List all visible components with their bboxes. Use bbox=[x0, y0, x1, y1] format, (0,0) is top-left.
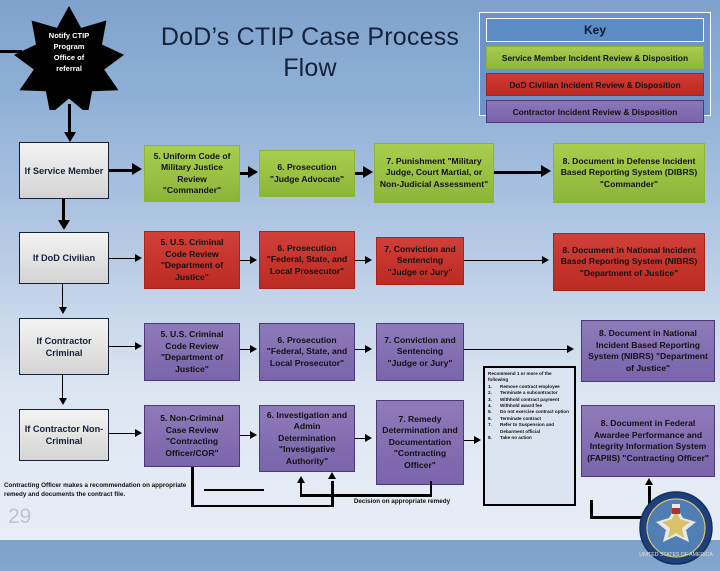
svg-text:UNITED STATES OF AMERICA: UNITED STATES OF AMERICA bbox=[639, 552, 713, 558]
step-contractor-non-criminal-5: 5. Non-Criminal Case Review "Contracting… bbox=[144, 405, 240, 467]
step-contractor-criminal-7: 7. Conviction and Sentencing "Judge or J… bbox=[376, 323, 464, 381]
arrow-cnc-entry-to-5-head bbox=[135, 429, 142, 437]
note-contracting-officer: Contracting Officer makes a recommendati… bbox=[4, 482, 187, 498]
feedback-line-to-co-note bbox=[204, 489, 264, 492]
item-text: Take no action bbox=[500, 435, 532, 441]
arrow-dc-entry-to-5 bbox=[109, 258, 137, 260]
connector-sm-to-dc-head bbox=[57, 220, 70, 230]
connector-cc-to-cnc-head bbox=[58, 398, 67, 405]
arrow-sm-5-to-6-head bbox=[248, 166, 258, 178]
recommendation-list-box: Recommend 1 or more of the following 1. R… bbox=[483, 366, 576, 506]
arrow-sm-entry-to-5-head bbox=[132, 163, 142, 175]
step-contractor-criminal-5: 5. U.S. Criminal Code Review "Department… bbox=[144, 323, 240, 381]
feedback-line-6-up-arrowhead bbox=[327, 472, 336, 479]
feedback-line-8-left-drop bbox=[590, 500, 593, 518]
arrow-cc-entry-to-5-head bbox=[135, 342, 142, 350]
step-contractor-non-criminal-7: 7. Remedy Determination and Documentatio… bbox=[376, 400, 464, 485]
note-decision-remedy: Decision on appropriate remedy bbox=[353, 498, 451, 505]
key-item-service-member: Service Member Incident Review & Disposi… bbox=[486, 46, 704, 69]
star-line-3: Office of bbox=[53, 53, 85, 62]
step-service-member-8: 8. Document in Defense Incident Based Re… bbox=[553, 143, 705, 203]
recommendation-heading: Recommend 1 or more of the following bbox=[488, 371, 552, 383]
entry-box-contractor-criminal: If Contractor Criminal bbox=[19, 318, 109, 375]
step-service-member-6: 6. Prosecution "Judge Advocate" bbox=[259, 150, 355, 197]
item-text: Refer to Suspension and Debarment offici… bbox=[500, 422, 555, 434]
key-item-dod-civilian: DoD Civilian Incident Review & Dispositi… bbox=[486, 73, 704, 96]
arrow-sm-entry-to-5 bbox=[109, 169, 134, 172]
arrow-cnc-6-to-7-head bbox=[365, 434, 372, 442]
entry-box-dod-civilian: If DoD Civilian bbox=[19, 232, 109, 284]
step-contractor-non-criminal-6: 6. Investigation and Admin Determination… bbox=[259, 405, 355, 472]
step-dod-civilian-8: 8. Document in National Incident Based R… bbox=[553, 233, 705, 291]
arrow-cc-6-to-7-head bbox=[365, 345, 372, 353]
arrow-cc-7-to-8 bbox=[464, 349, 569, 351]
item-number: 8. bbox=[488, 435, 492, 441]
arrow-dc-7-to-8-head bbox=[542, 256, 549, 264]
arrow-cc-entry-to-5 bbox=[109, 346, 137, 348]
arrow-sm-7-to-8 bbox=[494, 171, 542, 174]
step-dod-civilian-7: 7. Conviction and Sentencing "Judge or J… bbox=[376, 237, 464, 285]
page-title: DoD’s CTIP Case Process Flow bbox=[160, 23, 460, 82]
slide-canvas: Notify CTIP Program Office of referral D… bbox=[0, 0, 720, 565]
step-dod-civilian-6: 6. Prosecution "Federal, State, and Loca… bbox=[259, 231, 355, 289]
feedback-line-5-bottom bbox=[191, 505, 331, 508]
recommendation-items: 1. Remove contract employee 2. Terminate a… bbox=[488, 384, 571, 442]
arrow-dc-5-to-6-head bbox=[250, 256, 257, 264]
key-header: Key bbox=[486, 18, 704, 42]
arrow-dc-6-to-7-head bbox=[365, 256, 372, 264]
arrow-cc-5-to-6-head bbox=[250, 345, 257, 353]
star-down-arrowhead bbox=[63, 132, 76, 142]
step-contractor-criminal-8: 8. Document in National Incident Based R… bbox=[581, 320, 715, 382]
star-line-2: Program bbox=[53, 42, 85, 51]
entry-box-service-member: If Service Member bbox=[19, 142, 109, 199]
feedback-line-8-up-arrowhead bbox=[644, 478, 653, 485]
arrow-cc-7-to-8-head bbox=[567, 345, 574, 353]
page-number: 29 bbox=[8, 505, 32, 528]
dod-seal: UNITED STATES OF AMERICA bbox=[636, 486, 716, 565]
arrow-sm-7-to-8-head bbox=[541, 165, 551, 177]
star-line-1: Notify CTIP bbox=[48, 31, 90, 40]
recommendation-item: 8. Take no action bbox=[488, 435, 571, 441]
arrow-cnc-7-to-rec-head bbox=[474, 436, 481, 444]
decision-bracket-left-arrowhead bbox=[297, 476, 305, 483]
recommendation-item: 7. Refer to Suspension and Debarment offi… bbox=[488, 422, 571, 435]
arrow-cnc-entry-to-5 bbox=[109, 433, 137, 435]
step-service-member-7: 7. Punishment "Military Judge, Court Mar… bbox=[374, 143, 494, 203]
step-dod-civilian-5: 5. U.S. Criminal Code Review "Department… bbox=[144, 231, 240, 289]
arrow-dc-7-to-8 bbox=[464, 260, 544, 262]
key-item-contractor: Contractor Incident Review & Disposition bbox=[486, 100, 704, 123]
step-contractor-non-criminal-8: 8. Document in Federal Awardee Performan… bbox=[581, 405, 715, 477]
decision-bracket-right bbox=[430, 481, 433, 495]
decision-bracket-left bbox=[300, 481, 303, 495]
arrow-cnc-5-to-6-head bbox=[250, 431, 257, 439]
step-contractor-criminal-6: 6. Prosecution "Federal, State, and Loca… bbox=[259, 323, 355, 381]
star-left-connector bbox=[0, 50, 22, 53]
entry-box-contractor-non-criminal: If Contractor Non-Criminal bbox=[19, 409, 109, 461]
notify-ctip-star-label: Notify CTIP Program Office of referral bbox=[14, 30, 124, 74]
key-legend: Key Service Member Incident Review & Dis… bbox=[479, 12, 711, 123]
step-service-member-5: 5. Uniform Code of Military Justice Revi… bbox=[144, 145, 240, 202]
arrow-dc-entry-to-5-head bbox=[135, 254, 142, 262]
star-line-4: referral bbox=[56, 64, 82, 73]
item-number: 7. bbox=[488, 422, 492, 428]
arrow-sm-6-to-7-head bbox=[363, 166, 373, 178]
connector-dc-to-cc-head bbox=[58, 307, 67, 314]
